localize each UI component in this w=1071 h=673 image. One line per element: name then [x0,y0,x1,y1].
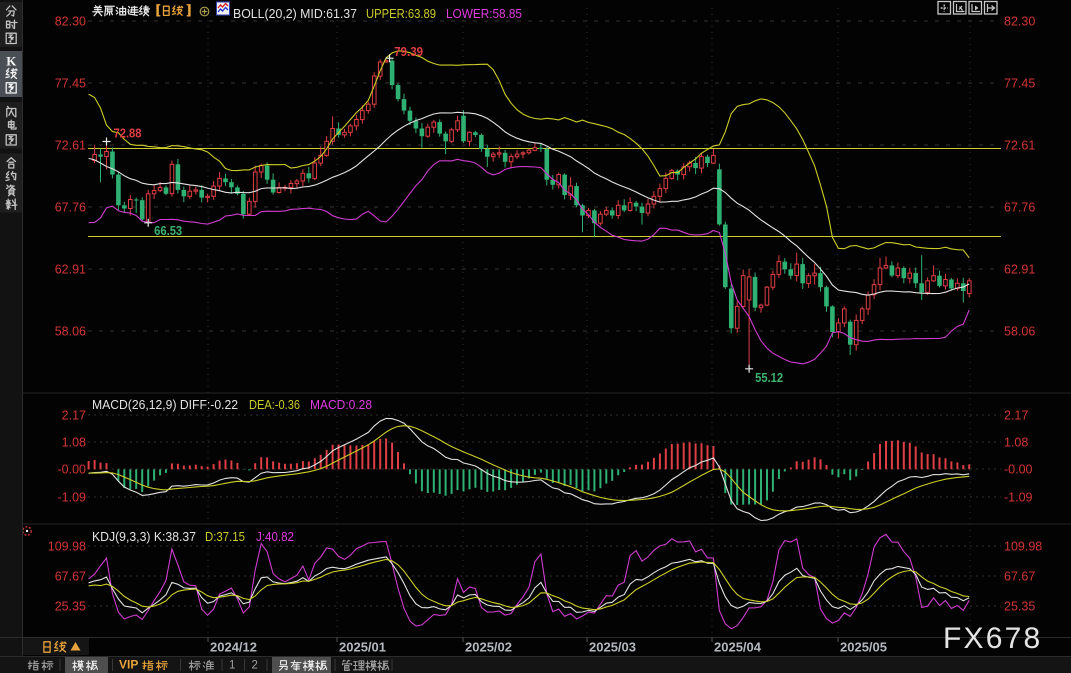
svg-text:MACD(26,12,9) DIFF:-0.22: MACD(26,12,9) DIFF:-0.22 [92,397,238,412]
svg-text:1: 1 [229,660,235,672]
svg-text:58.06: 58.06 [1004,325,1035,339]
svg-text:82.30: 82.30 [55,15,86,29]
svg-text:VIP: VIP [119,658,138,672]
svg-text:2: 2 [252,660,258,672]
svg-text:UPPER:63.89: UPPER:63.89 [366,6,436,21]
svg-text:72.61: 72.61 [1004,139,1035,153]
svg-text:2025/04: 2025/04 [714,640,762,655]
svg-text:67.67: 67.67 [1004,570,1035,584]
svg-text:K: K [6,54,17,69]
svg-text:-0.00: -0.00 [1004,463,1033,477]
svg-text:2.17: 2.17 [1004,409,1028,423]
svg-text:MACD:0.28: MACD:0.28 [310,397,372,412]
svg-text:2025/03: 2025/03 [589,640,636,655]
svg-text:72.61: 72.61 [55,139,86,153]
svg-text:2.17: 2.17 [62,409,86,423]
svg-text:J:40.82: J:40.82 [256,529,294,544]
svg-text:67.76: 67.76 [1004,201,1035,215]
svg-text:-0.00: -0.00 [58,463,87,477]
svg-text:LOWER:58.85: LOWER:58.85 [446,6,522,21]
svg-text:2025/01: 2025/01 [339,640,386,655]
svg-text:KDJ(9,3,3) K:38.37: KDJ(9,3,3) K:38.37 [92,529,196,544]
svg-text:77.45: 77.45 [55,77,86,91]
svg-text:-1.09: -1.09 [58,491,87,505]
svg-text:1.08: 1.08 [62,436,86,450]
svg-text:72.88: 72.88 [114,127,142,141]
svg-text:25.35: 25.35 [55,600,86,614]
svg-text:-1.09: -1.09 [1004,491,1033,505]
svg-text:58.06: 58.06 [55,325,86,339]
svg-text:109.98: 109.98 [1004,540,1042,554]
svg-text:66.53: 66.53 [154,224,182,238]
svg-text:67.67: 67.67 [55,570,86,584]
svg-text:77.45: 77.45 [1004,77,1035,91]
svg-text:62.91: 62.91 [1004,263,1035,277]
svg-text:55.12: 55.12 [755,371,783,385]
svg-text:79.39: 79.39 [394,45,423,59]
svg-text:1.08: 1.08 [1004,436,1028,450]
svg-text:82.30: 82.30 [1004,15,1035,29]
svg-text:DEA:-0.36: DEA:-0.36 [249,397,300,412]
svg-text:62.91: 62.91 [55,263,86,277]
svg-text:67.76: 67.76 [55,201,86,215]
svg-text:FX678: FX678 [943,622,1042,655]
svg-text:D:37.15: D:37.15 [205,529,245,544]
svg-text:109.98: 109.98 [48,540,86,554]
svg-text:2025/05: 2025/05 [840,640,887,655]
svg-text:2025/02: 2025/02 [465,640,512,655]
svg-text:2024/12: 2024/12 [210,640,257,655]
svg-text:25.35: 25.35 [1004,600,1035,614]
svg-text:BOLL(20,2) MID:61.37: BOLL(20,2) MID:61.37 [233,6,357,21]
